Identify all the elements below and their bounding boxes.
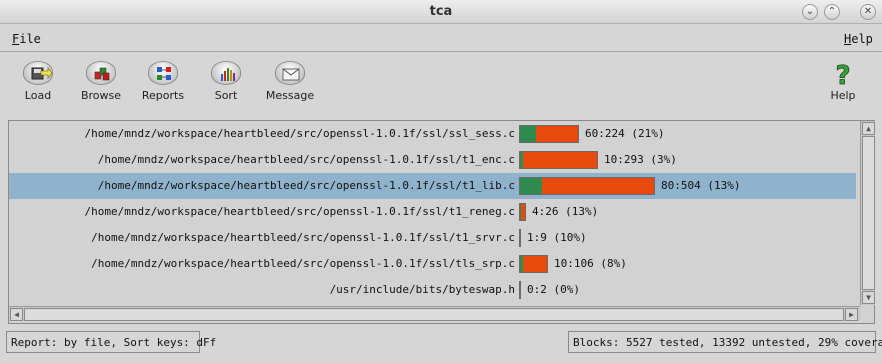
horizontal-scroll-thumb[interactable] xyxy=(24,308,844,321)
file-path: /usr/include/bits/byteswap.h xyxy=(329,283,515,296)
file-row[interactable]: /home/mndz/workspace/heartbleed/src/open… xyxy=(9,251,856,277)
coverage-bar xyxy=(519,229,521,247)
coverage-bar xyxy=(519,177,655,195)
coverage-bar-tested xyxy=(520,152,523,168)
vertical-scroll-thumb[interactable] xyxy=(862,136,875,290)
menu-help-label: elp xyxy=(851,32,873,46)
file-path: /home/mndz/workspace/heartbleed/src/open… xyxy=(91,257,515,270)
file-list[interactable]: /home/mndz/workspace/heartbleed/src/open… xyxy=(9,121,856,305)
file-path: /home/mndz/workspace/heartbleed/src/open… xyxy=(91,231,515,244)
file-row[interactable]: /home/mndz/workspace/heartbleed/src/open… xyxy=(9,121,856,147)
reports-button[interactable]: Reports xyxy=(133,61,193,102)
coverage-stat: 60:224 (21%) xyxy=(585,127,665,140)
file-path: /home/mndz/workspace/heartbleed/src/open… xyxy=(97,179,515,192)
browse-button[interactable]: Browse xyxy=(71,61,131,102)
browse-icon xyxy=(86,61,116,85)
scroll-right-icon[interactable]: ▶ xyxy=(845,308,858,321)
vertical-scrollbar[interactable]: ▲ ▼ xyxy=(860,121,875,305)
minimize-icon[interactable]: ⌄ xyxy=(802,4,818,20)
reports-label: Reports xyxy=(141,89,185,102)
close-icon[interactable]: ✕ xyxy=(860,4,876,20)
menu-help[interactable]: Help xyxy=(844,32,873,46)
coverage-bar xyxy=(519,255,548,273)
menu-file[interactable]: File xyxy=(12,32,41,46)
sort-label: Sort xyxy=(214,89,238,102)
coverage-bar-tested xyxy=(520,178,542,194)
file-row[interactable]: /home/mndz/workspace/heartbleed/src/open… xyxy=(9,199,856,225)
coverage-stat: 10:106 (8%) xyxy=(554,257,627,270)
scroll-left-icon[interactable]: ◀ xyxy=(10,308,23,321)
coverage-stat: 1:9 (10%) xyxy=(527,231,587,244)
window-title: tca xyxy=(429,4,453,19)
menu-bar: File Help xyxy=(0,25,882,52)
coverage-bar xyxy=(519,203,526,221)
maximize-icon[interactable]: ⌃ xyxy=(824,4,840,20)
file-path: /home/mndz/workspace/heartbleed/src/open… xyxy=(97,153,515,166)
report-status: Report: by file, Sort keys: dFf xyxy=(6,331,216,353)
coverage-stat: 4:26 (13%) xyxy=(532,205,599,218)
coverage-status: Blocks: 5527 tested, 13392 untested, 29%… xyxy=(568,331,882,353)
coverage-stat: 80:504 (13%) xyxy=(661,179,741,192)
coverage-stat: 0:2 (0%) xyxy=(527,283,580,296)
scroll-up-icon[interactable]: ▲ xyxy=(862,122,875,135)
menu-file-label: ile xyxy=(19,32,41,46)
svg-text:?: ? xyxy=(835,61,850,87)
file-row[interactable]: /home/mndz/workspace/heartbleed/src/open… xyxy=(9,173,856,199)
coverage-bar xyxy=(519,281,521,299)
message-button[interactable]: Message xyxy=(260,61,320,102)
help-label: Help xyxy=(830,89,856,102)
message-icon xyxy=(275,61,305,85)
horizontal-scrollbar[interactable]: ◀ ▶ xyxy=(9,306,860,321)
help-icon: ? xyxy=(828,61,858,92)
coverage-stat: 10:293 (3%) xyxy=(604,153,677,166)
reports-icon xyxy=(148,61,178,85)
help-button[interactable]: ? Help xyxy=(813,61,873,102)
file-row[interactable]: /usr/include/bits/byteswap.h 0:2 (0%) xyxy=(9,277,856,303)
coverage-bar-tested xyxy=(520,256,523,272)
scroll-down-icon[interactable]: ▼ xyxy=(862,291,875,304)
file-list-panel: /home/mndz/workspace/heartbleed/src/open… xyxy=(8,120,875,324)
message-label: Message xyxy=(265,89,315,102)
sort-icon xyxy=(211,61,241,85)
sort-button[interactable]: Sort xyxy=(196,61,256,102)
coverage-bar-tested xyxy=(520,126,536,142)
coverage-bar-tested xyxy=(520,204,521,220)
file-path: /home/mndz/workspace/heartbleed/src/open… xyxy=(84,205,515,218)
file-path: /home/mndz/workspace/heartbleed/src/open… xyxy=(84,127,515,140)
load-label: Load xyxy=(24,89,52,102)
toolbar: Load Browse Reports Sort Message ? Help xyxy=(0,53,882,115)
coverage-bar xyxy=(519,151,598,169)
coverage-bar xyxy=(519,125,579,143)
file-row[interactable]: /home/mndz/workspace/heartbleed/src/open… xyxy=(9,225,856,251)
file-row[interactable]: /home/mndz/workspace/heartbleed/src/open… xyxy=(9,147,856,173)
browse-label: Browse xyxy=(80,89,122,102)
load-icon xyxy=(23,61,53,85)
load-button[interactable]: Load xyxy=(8,61,68,102)
title-bar: tca ⌄ ⌃ ✕ xyxy=(0,0,882,24)
